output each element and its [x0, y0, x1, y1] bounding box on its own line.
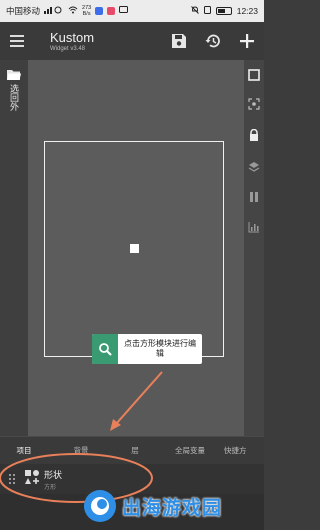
app-screen: 中国移动 273 B/s 12:23 Kustom Widget v3.48 选… [0, 0, 264, 530]
mute-icon [190, 6, 199, 16]
editor-tabs: 项目 背景 层 全局变量 快捷方 [0, 436, 264, 464]
focus-icon[interactable] [248, 98, 260, 110]
save-icon [172, 34, 186, 48]
tab-globals[interactable]: 全局变量 [156, 445, 224, 456]
square-module[interactable] [130, 244, 139, 253]
chat-notification-icon [107, 7, 116, 15]
editor-canvas[interactable] [28, 60, 244, 436]
tab-shortcuts[interactable]: 快捷方 [224, 445, 264, 456]
battery-icon [215, 7, 232, 15]
watermark-logo [84, 490, 116, 522]
app-bar: Kustom Widget v3.48 [0, 22, 264, 60]
history-icon [205, 34, 220, 48]
hint-text: 点击方形模块进行编辑 [124, 339, 196, 358]
watermark: 出海游戏园 [82, 484, 262, 528]
clock: 12:23 [236, 6, 258, 16]
layers-icon[interactable] [248, 161, 260, 173]
tab-items[interactable]: 项目 [0, 445, 48, 456]
carrier-label: 中国移动 [6, 6, 41, 16]
add-button[interactable] [230, 22, 264, 60]
wifi-icon [68, 6, 78, 16]
right-toolbar [244, 60, 264, 436]
status-bar: 中国移动 273 B/s 12:23 [0, 0, 264, 22]
app-version: Widget v3.48 [50, 46, 86, 52]
app-notification-icon [95, 7, 104, 15]
pause-icon[interactable] [248, 191, 260, 203]
item-subtitle: 方形 [44, 484, 57, 491]
item-title: 形状 [44, 469, 63, 480]
plus-icon [240, 34, 254, 48]
save-button[interactable] [162, 22, 196, 60]
app-title: Kustom [50, 30, 95, 45]
signal-icon [44, 6, 64, 16]
tab-layer[interactable]: 层 [114, 445, 156, 456]
tab-background[interactable]: 背景 [48, 445, 114, 456]
chart-icon[interactable] [248, 221, 260, 233]
shape-icon [24, 469, 40, 490]
widget-frame[interactable] [44, 141, 224, 357]
sim-icon [203, 6, 211, 16]
history-button[interactable] [196, 22, 230, 60]
network-speed: 273 B/s [82, 5, 92, 17]
menu-button[interactable] [0, 22, 34, 60]
app-title-block: Kustom Widget v3.48 [34, 30, 162, 52]
preset-label[interactable]: 选回外 [9, 84, 19, 111]
frame-toggle-icon[interactable] [248, 69, 260, 81]
drag-handle-icon[interactable] [6, 464, 18, 494]
message-icon [119, 6, 129, 16]
magnifier-icon [92, 334, 118, 364]
left-toolbar: 选回外 [0, 60, 28, 436]
hint-tooltip: 点击方形模块进行编辑 [92, 334, 202, 364]
lock-icon[interactable] [248, 129, 260, 141]
watermark-text: 出海游戏园 [122, 496, 223, 519]
